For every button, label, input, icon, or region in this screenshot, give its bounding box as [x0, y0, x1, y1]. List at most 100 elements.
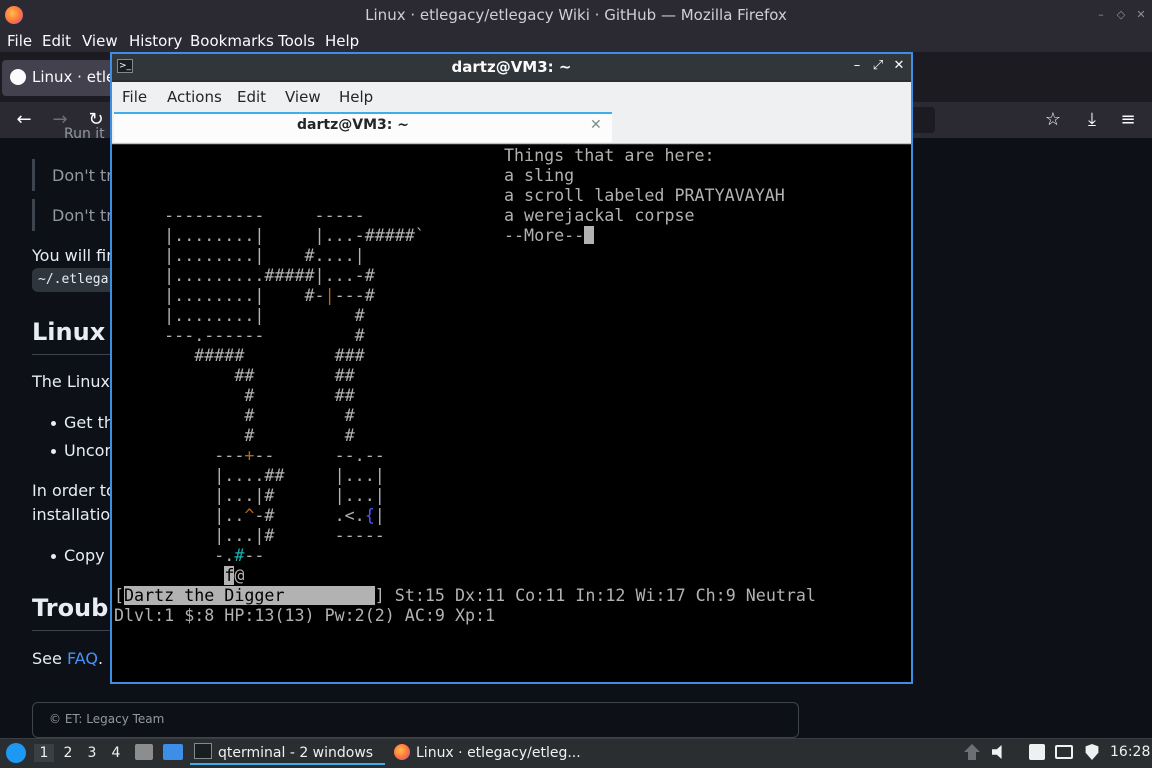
file-manager-icon[interactable]	[135, 744, 153, 760]
menu-bookmarks[interactable]: Bookmarks	[190, 32, 274, 50]
map-row: |...|# |...|	[114, 486, 385, 506]
workspace-1[interactable]: 1	[34, 744, 54, 762]
map-glyph: |....## |...|	[114, 466, 385, 485]
map-row	[114, 166, 615, 186]
here-item: a werejackal corpse	[504, 206, 695, 225]
qt-menu-edit[interactable]: Edit	[237, 88, 266, 106]
workspace-3[interactable]: 3	[82, 744, 102, 762]
map-row: -.#--	[114, 546, 264, 566]
quote-bar	[32, 159, 35, 191]
menu-view[interactable]: View	[82, 32, 118, 50]
heading-divider	[32, 354, 112, 355]
map-row: ##### ###	[114, 346, 364, 366]
map-glyph: ^	[244, 506, 255, 525]
close-icon[interactable]: ✕	[1134, 8, 1148, 22]
map-glyph	[114, 186, 615, 205]
map-glyph: |........| |...-#####`	[114, 226, 425, 245]
list-item: Copy t	[64, 546, 116, 565]
bookmark-star-icon[interactable]: ☆	[1041, 108, 1065, 132]
status-line-2: Dlvl:1 $:8 HP:13(13) Pw:2(2) AC:9 Xp:1	[114, 606, 496, 625]
map-row: |....## |...|	[114, 466, 385, 486]
bullet	[51, 449, 56, 454]
menu-edit[interactable]: Edit	[42, 32, 71, 50]
list-fragment: Run it	[64, 126, 105, 142]
qt-menu-file[interactable]: File	[122, 88, 147, 106]
see-faq-line: See FAQ.	[32, 649, 103, 668]
task-firefox[interactable]: Linux · etlegacy/etleg...	[394, 741, 594, 765]
character-stats: ] St:15 Dx:11 Co:11 In:12 Wi:17 Ch:9 Neu…	[374, 586, 816, 605]
maximize-icon[interactable]: ◇	[1114, 8, 1128, 22]
menu-file[interactable]: File	[7, 32, 32, 50]
minimize-icon[interactable]: –	[1094, 8, 1108, 22]
terminal-icon	[194, 743, 212, 759]
map-glyph: -# .<.	[254, 506, 365, 525]
tab-close-icon[interactable]: ✕	[590, 117, 602, 133]
terminal-screen[interactable]: Things that are here: a sling a scroll l…	[112, 145, 911, 682]
map-glyph: -.	[114, 546, 235, 565]
map-glyph: # #	[114, 426, 355, 445]
map-glyph: ---	[114, 446, 245, 465]
map-glyph: ## ##	[114, 366, 355, 385]
map-glyph: --	[244, 546, 265, 565]
map-glyph: |..	[114, 506, 245, 525]
map-glyph: # #	[114, 406, 355, 425]
status-bracket: [	[114, 586, 125, 605]
map-glyph: @	[234, 566, 245, 585]
clipboard-icon[interactable]	[1029, 744, 1045, 760]
qt-menu-help[interactable]: Help	[339, 88, 373, 106]
qterminal-menubar	[112, 82, 911, 110]
workspace-2[interactable]: 2	[58, 744, 78, 762]
show-desktop-icon[interactable]	[163, 744, 183, 760]
see-text: See	[32, 649, 67, 668]
clock[interactable]: 16:28	[1110, 744, 1150, 760]
map-row: # ##	[114, 386, 354, 406]
start-menu-icon[interactable]	[6, 743, 26, 763]
back-icon[interactable]: ←	[12, 108, 36, 132]
map-row: |...|# -----	[114, 526, 385, 546]
map-glyph: |........| #....|	[114, 246, 365, 265]
minimize-icon[interactable]: –	[849, 58, 865, 74]
map-row: |.........#####|...-#	[114, 266, 375, 286]
inline-code: ~/.etlega	[32, 268, 122, 292]
map-glyph: |...|# |...|	[114, 486, 385, 505]
map-row: ---.------ #	[114, 326, 365, 346]
more-text: --More--	[504, 226, 585, 245]
footer-text: © ET: Legacy Team	[49, 712, 165, 726]
map-glyph: {	[364, 506, 375, 525]
map-row: ## ##	[114, 366, 355, 386]
map-glyph: #	[234, 546, 245, 565]
character-name: Dartz the Digger	[124, 586, 375, 605]
downloads-icon[interactable]: ⤓	[1080, 108, 1104, 132]
faq-period: .	[97, 649, 104, 668]
map-glyph: f	[224, 566, 235, 585]
display-icon[interactable]	[1055, 745, 1073, 759]
menu-help[interactable]: Help	[325, 32, 359, 50]
firefox-window-title: Linux · etlegacy/etlegacy Wiki · GitHub …	[365, 6, 787, 24]
maximize-icon[interactable]: ⤢	[870, 58, 886, 74]
map-glyph: |........| #-	[114, 286, 325, 305]
map-row	[114, 146, 615, 166]
map-glyph: |.........#####|...-#	[114, 266, 375, 285]
map-glyph: |...|# -----	[114, 526, 385, 545]
map-row: |........| #	[114, 306, 365, 326]
app-menu-icon[interactable]: ≡	[1116, 108, 1140, 132]
map-row: # #	[114, 426, 355, 446]
github-icon	[10, 69, 26, 85]
map-row: |........| #-|---#	[114, 286, 375, 306]
task-qterminal[interactable]: qterminal - 2 windows	[190, 741, 385, 765]
menu-tools[interactable]: Tools	[278, 32, 315, 50]
workspace-4[interactable]: 4	[106, 744, 126, 762]
bullet	[51, 554, 56, 559]
faq-link[interactable]: FAQ	[67, 649, 98, 668]
qterminal-title: dartz@VM3: ~	[451, 58, 572, 76]
status-line-1: [Dartz the Digger ] St:15 Dx:11 Co:11 In…	[114, 586, 816, 606]
menu-history[interactable]: History	[129, 32, 182, 50]
paragraph: In order to	[32, 481, 116, 500]
qt-menu-view[interactable]: View	[285, 88, 321, 106]
terminal-tab-label: dartz@VM3: ~	[297, 117, 409, 133]
close-icon[interactable]: ✕	[891, 58, 907, 74]
map-row: f@	[114, 566, 244, 586]
map-glyph: ---------- -----	[114, 206, 365, 225]
task-label: Linux · etlegacy/etleg...	[416, 745, 581, 761]
qt-menu-actions[interactable]: Actions	[167, 88, 222, 106]
